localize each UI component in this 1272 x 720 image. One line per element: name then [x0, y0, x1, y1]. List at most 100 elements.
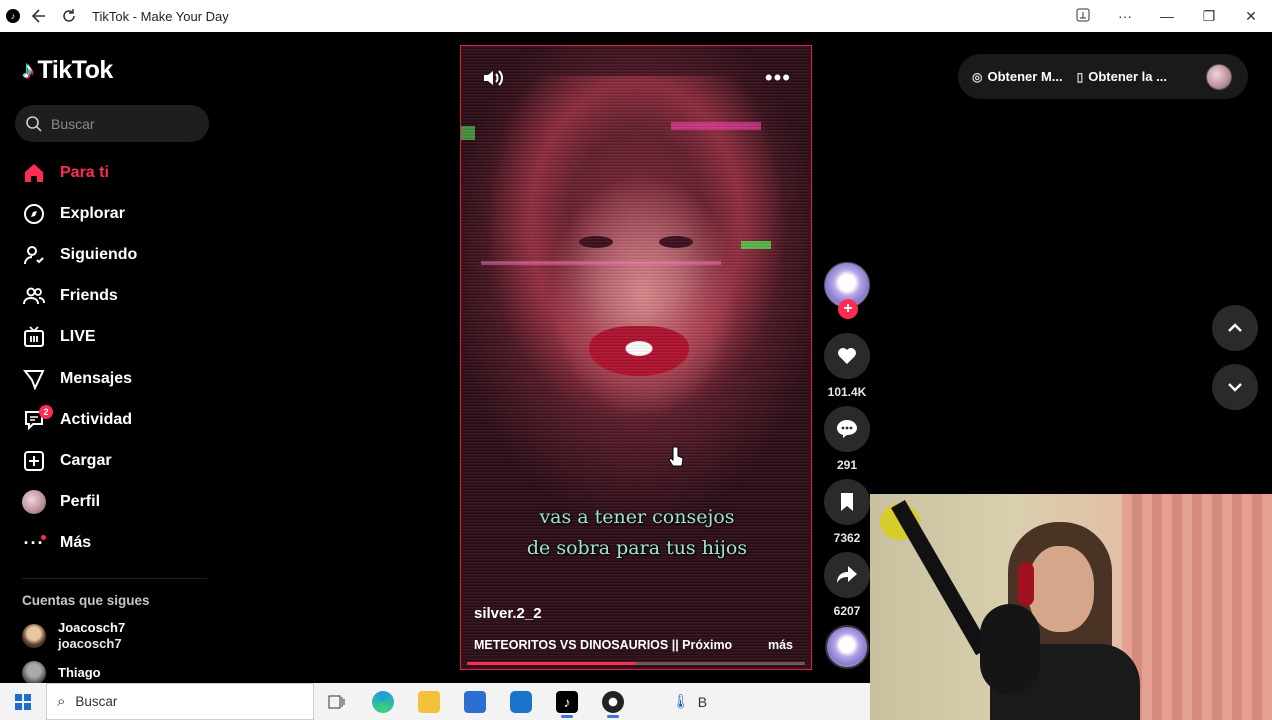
chevron-up-icon: [1228, 323, 1242, 332]
share-count: 6207: [833, 604, 861, 618]
sidebar-item-label: Friends: [60, 287, 118, 305]
video-actions: + 101.4K 291 7362 6207: [824, 262, 870, 669]
sidebar-item-perfil[interactable]: Perfil: [22, 482, 212, 523]
sidebar-item-siguiendo[interactable]: Siguiendo: [22, 234, 212, 275]
next-video-button[interactable]: [1212, 364, 1258, 410]
sidebar-item-label: Más: [60, 534, 92, 552]
video-more-button[interactable]: •••: [765, 67, 791, 89]
compass-icon: [22, 202, 46, 226]
reload-icon: [63, 9, 75, 22]
outlook-icon: [510, 690, 532, 713]
following-title: Cuentas que sigues: [22, 593, 150, 608]
sidebar-item-label: Actividad: [60, 410, 133, 428]
sidebar-item-live[interactable]: LIVE: [22, 317, 212, 358]
video-progress-bar[interactable]: [467, 662, 805, 665]
mouse-cursor-icon: [668, 446, 684, 467]
save-action[interactable]: 7362: [824, 479, 870, 546]
back-button[interactable]: [28, 5, 50, 27]
sidebar-item-mensajes[interactable]: Mensajes: [22, 358, 212, 399]
window-title: TikTok - Make Your Day: [92, 8, 229, 24]
start-button[interactable]: [0, 683, 46, 720]
weather-icon: 🌡: [672, 693, 690, 709]
taskbar-outlook[interactable]: [498, 683, 544, 720]
sidebar-item-cargar[interactable]: Cargar: [22, 440, 212, 481]
video-username[interactable]: silver.2_2: [474, 605, 542, 622]
save-count: 7362: [833, 531, 861, 545]
webcam-mic-arm: [891, 500, 990, 656]
sidebar-item-label: Mensajes: [60, 369, 133, 387]
phone-icon: ▯: [1076, 69, 1084, 84]
sidebar-item-mas[interactable]: ··· Más: [22, 523, 212, 564]
webcam-overlay: [870, 494, 1272, 720]
taskbar-obs[interactable]: [590, 683, 636, 720]
sidebar-item-label: Perfil: [60, 493, 101, 511]
webcam-person-face: [1028, 546, 1094, 632]
taskbar-search[interactable]: ⌕ Buscar: [46, 683, 314, 720]
taskbar-tiktok[interactable]: ♪: [544, 683, 590, 720]
sidebar-item-actividad[interactable]: 2 Actividad: [22, 399, 212, 440]
sidebar-item-label: Para ti: [60, 163, 109, 181]
share-action[interactable]: 6207: [824, 552, 870, 619]
messages-icon: [22, 367, 46, 391]
account-name: Joacosch7: [58, 620, 126, 635]
following-account[interactable]: Thiago: [22, 661, 101, 685]
taskbar-explorer[interactable]: [406, 683, 452, 720]
task-view-button[interactable]: [314, 683, 360, 720]
share-icon: [837, 566, 857, 583]
home-icon: [22, 161, 46, 185]
tiktok-app-icon: ♪: [6, 9, 20, 23]
taskbar-search-label: Buscar: [75, 694, 118, 709]
like-count: 101.4K: [827, 385, 867, 399]
tiktok-logo[interactable]: ♪ TikTok: [22, 56, 113, 85]
webcam-microphone: [980, 604, 1040, 694]
store-icon: [464, 690, 486, 713]
get-app-button[interactable]: ▯ Obtener la ...: [1077, 69, 1167, 84]
minimize-button[interactable]: —: [1146, 8, 1188, 24]
account-avatar: [22, 624, 46, 648]
taskbar-store[interactable]: [452, 683, 498, 720]
live-icon: [22, 325, 46, 349]
taskbar-tray: 🌡 B: [672, 693, 707, 710]
video-caption-line: de sobra para tus hijos: [526, 537, 748, 559]
sidebar-item-explorar[interactable]: Explorar: [22, 193, 212, 234]
scanlines: [461, 46, 811, 669]
comment-count: 291: [836, 458, 858, 472]
reload-button[interactable]: [58, 5, 80, 27]
sidebar-item-label: Siguiendo: [60, 245, 138, 263]
get-coins-label: Obtener M...: [987, 69, 1063, 84]
window-titlebar: ♪ TikTok - Make Your Day ··· — ❐ ✕: [0, 0, 1272, 32]
get-app-label: Obtener la ...: [1088, 69, 1167, 84]
volume-icon[interactable]: [481, 66, 505, 90]
music-disc-icon[interactable]: [825, 625, 869, 669]
search-input[interactable]: [51, 115, 191, 132]
browser-more-button[interactable]: ···: [1104, 8, 1146, 24]
tiktok-note-icon: ♪: [22, 56, 34, 84]
close-button[interactable]: ✕: [1230, 8, 1272, 25]
cast-button[interactable]: [1062, 7, 1104, 26]
comment-icon: [837, 420, 857, 438]
like-action[interactable]: 101.4K: [824, 333, 870, 400]
sidebar-item-label: Cargar: [60, 451, 112, 469]
taskbar-edge[interactable]: [360, 683, 406, 720]
sidebar-item-label: LIVE: [60, 328, 96, 346]
search-box[interactable]: [15, 105, 209, 142]
following-account[interactable]: Joacosch7 joacosch7: [22, 620, 125, 652]
activity-badge: 2: [39, 405, 53, 420]
chevron-down-icon: [1228, 383, 1242, 392]
get-coins-button[interactable]: ◎ Obtener M...: [972, 69, 1063, 84]
logo-text: TikTok: [37, 56, 114, 84]
creator-avatar[interactable]: +: [824, 262, 870, 319]
comment-action[interactable]: 291: [824, 406, 870, 473]
sidebar-item-friends[interactable]: Friends: [22, 276, 212, 317]
description-more-link[interactable]: más: [768, 638, 793, 652]
previous-video-button[interactable]: [1212, 305, 1258, 351]
sidebar-nav: Para ti Explorar Siguiendo Friends LIVE: [22, 152, 212, 564]
webcam-curtain: [1122, 494, 1272, 720]
sidebar-item-para-ti[interactable]: Para ti: [22, 152, 212, 193]
video-player[interactable]: ••• vas a tener consejos de sobra para t…: [460, 45, 812, 670]
user-avatar[interactable]: [1206, 64, 1232, 90]
follow-plus-icon[interactable]: +: [838, 299, 858, 319]
top-actions-pill: ◎ Obtener M... ▯ Obtener la ...: [958, 54, 1248, 99]
edge-icon: [372, 690, 394, 713]
restore-button[interactable]: ❐: [1188, 8, 1230, 25]
